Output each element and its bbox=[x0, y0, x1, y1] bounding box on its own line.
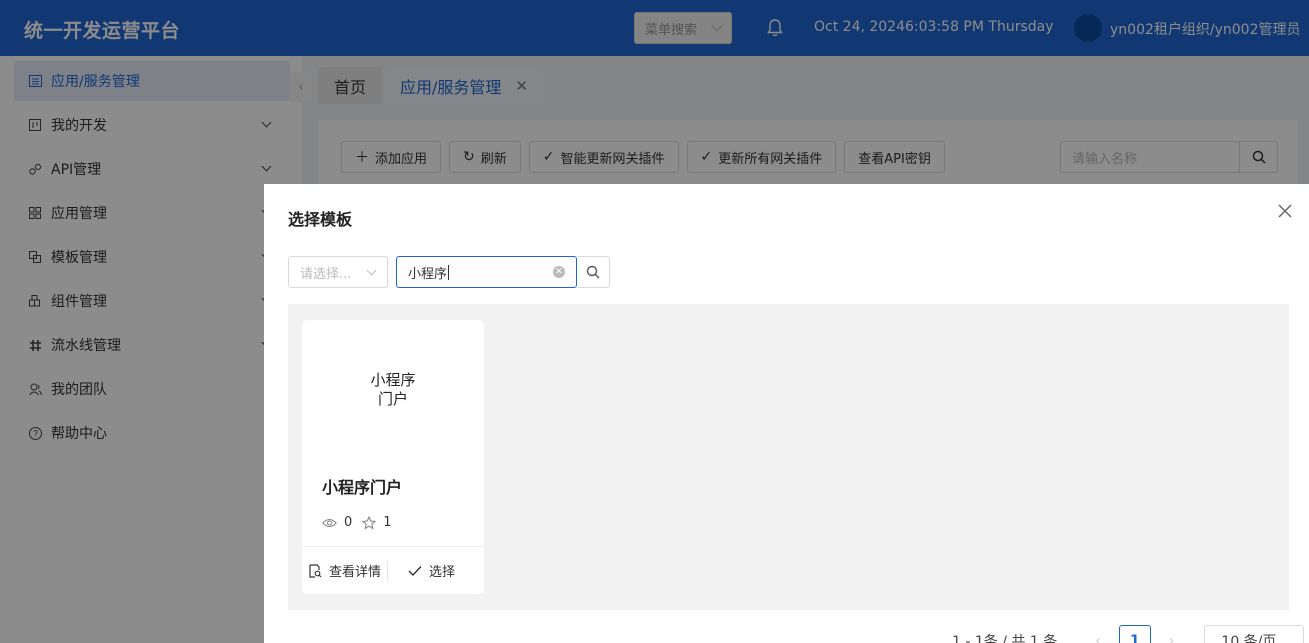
thumbnail-line: 小程序 bbox=[370, 371, 416, 389]
category-placeholder: 请选择... bbox=[300, 266, 352, 282]
clear-icon[interactable]: ✕ bbox=[553, 266, 565, 278]
select-template-button[interactable]: 选择 bbox=[408, 561, 455, 580]
select-template-modal: 选择模板 请选择... 小程序 ✕ 小程序 门户 小程序门户 0 1 查看详情 … bbox=[264, 184, 1309, 643]
pagination-total: 1 - 1条 / 共 1 条 bbox=[952, 634, 1058, 643]
eye-icon bbox=[322, 518, 337, 527]
page-size-select[interactable]: 10 条/页 bbox=[1204, 625, 1305, 643]
star-count: 1 bbox=[362, 515, 392, 530]
template-search-input[interactable]: 小程序 ✕ bbox=[396, 256, 577, 288]
text-caret bbox=[448, 264, 450, 280]
star-icon bbox=[362, 515, 377, 530]
pagination: 1 - 1条 / 共 1 条 ‹ 1 › 10 条/页 bbox=[952, 625, 1305, 643]
document-search-icon bbox=[309, 563, 322, 578]
search-icon bbox=[586, 265, 600, 279]
template-card[interactable]: 小程序 门户 小程序门户 0 1 查看详情 选择 bbox=[302, 320, 484, 594]
divider bbox=[387, 560, 389, 581]
view-count-value: 0 bbox=[344, 515, 353, 530]
template-name: 小程序门户 bbox=[322, 478, 403, 497]
chevron-down-icon bbox=[366, 265, 377, 276]
view-detail-label: 查看详情 bbox=[329, 565, 382, 580]
check-icon bbox=[408, 565, 422, 576]
star-count-value: 1 bbox=[383, 515, 392, 530]
template-search-button[interactable] bbox=[577, 256, 610, 288]
template-stats: 0 1 bbox=[322, 515, 402, 530]
category-select[interactable]: 请选择... bbox=[288, 256, 388, 288]
template-search-value: 小程序 bbox=[408, 266, 448, 282]
select-label: 选择 bbox=[429, 565, 456, 580]
template-grid: 小程序 门户 小程序门户 0 1 查看详情 选择 bbox=[288, 304, 1289, 610]
template-thumbnail: 小程序 门户 bbox=[302, 320, 484, 460]
thumbnail-line: 门户 bbox=[377, 390, 408, 408]
template-card-actions: 查看详情 选择 bbox=[302, 546, 484, 594]
view-detail-button[interactable]: 查看详情 bbox=[308, 561, 381, 580]
modal-title: 选择模板 bbox=[288, 210, 353, 229]
view-count: 0 bbox=[322, 515, 352, 530]
next-page-icon[interactable]: › bbox=[1169, 633, 1175, 643]
page-number[interactable]: 1 bbox=[1118, 625, 1151, 643]
prev-page-icon[interactable]: ‹ bbox=[1095, 633, 1101, 643]
close-icon[interactable] bbox=[1278, 204, 1292, 218]
